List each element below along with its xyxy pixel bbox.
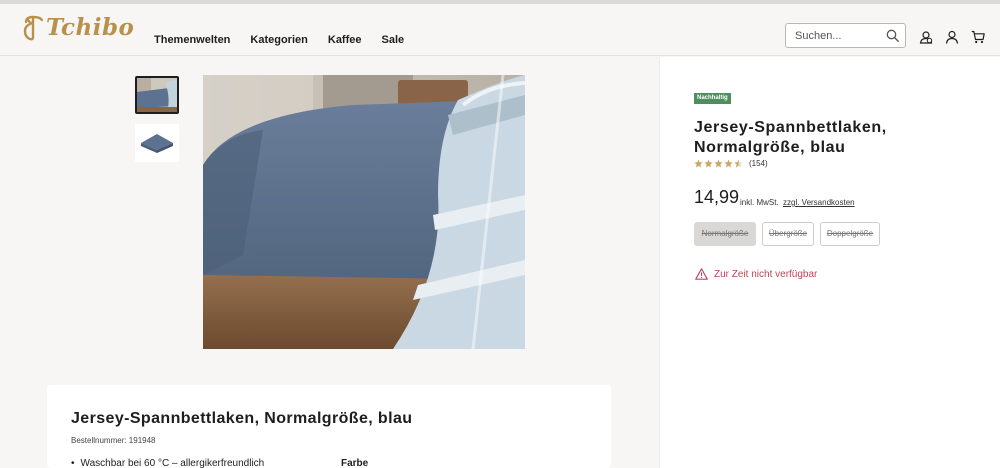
coffee-bean-logo-icon xyxy=(23,15,44,40)
search-input[interactable] xyxy=(786,24,878,47)
product-title: Jersey-Spannbettlaken, Normalgröße, blau xyxy=(694,119,887,156)
size-option-normalgroesse[interactable]: Normalgröße xyxy=(694,222,756,246)
gallery-thumbnail-1[interactable] xyxy=(135,76,179,114)
shipping-costs-link[interactable]: zzgl. Versandkosten xyxy=(783,198,855,207)
rating-count: (154) xyxy=(749,159,768,168)
star-full-icon xyxy=(724,159,733,168)
bedsheet-product-photo xyxy=(203,75,525,349)
gallery-thumbnail-2[interactable] xyxy=(135,124,179,162)
star-full-icon xyxy=(704,159,713,168)
search-icon[interactable] xyxy=(886,29,899,42)
site-header: Tchibo Themenwelten Kategorien Kaffee Sa… xyxy=(0,4,1000,56)
folded-sheet-thumbnail xyxy=(135,124,179,162)
details-title: Jersey-Spannbettlaken, Normalgröße, blau xyxy=(71,410,413,427)
user-icon[interactable] xyxy=(945,30,959,44)
size-option-uebergroesse[interactable]: Übergröße xyxy=(762,222,814,246)
nav-themenwelten[interactable]: Themenwelten xyxy=(154,34,230,46)
vat-note: inkl. MwSt. xyxy=(740,198,779,207)
size-option-doppelgroesse[interactable]: Doppelgröße xyxy=(820,222,880,246)
account-switch-icon[interactable] xyxy=(919,30,933,44)
tchibo-logo[interactable]: Tchibo xyxy=(22,14,134,41)
cart-icon[interactable] xyxy=(971,30,985,44)
bed-photo-thumbnail xyxy=(137,78,177,112)
nav-kategorien[interactable]: Kategorien xyxy=(250,34,307,46)
star-half-icon xyxy=(734,159,743,168)
sustainability-badge: Nachhaltig xyxy=(694,93,731,104)
product-main-image[interactable] xyxy=(203,75,525,349)
star-full-icon xyxy=(694,159,703,168)
main-navigation: Themenwelten Kategorien Kaffee Sale xyxy=(154,34,404,46)
product-price: 14,99 xyxy=(694,187,740,207)
rating-stars[interactable]: (154) xyxy=(694,159,768,168)
warning-icon xyxy=(695,268,708,280)
nav-sale[interactable]: Sale xyxy=(382,34,405,46)
search-box xyxy=(785,23,906,48)
feature-list-item: Waschbar bei 60 °C – allergikerfreundlic… xyxy=(71,458,265,468)
availability-status: Zur Zeit nicht verfügbar xyxy=(714,269,818,280)
brand-wordmark: Tchibo xyxy=(46,14,135,41)
nav-kaffee[interactable]: Kaffee xyxy=(328,34,362,46)
order-number: Bestellnummer: 191948 xyxy=(71,436,156,445)
product-details-card: Jersey-Spannbettlaken, Normalgröße, blau… xyxy=(47,385,611,468)
color-label: Farbe xyxy=(341,458,369,468)
star-full-icon xyxy=(714,159,723,168)
